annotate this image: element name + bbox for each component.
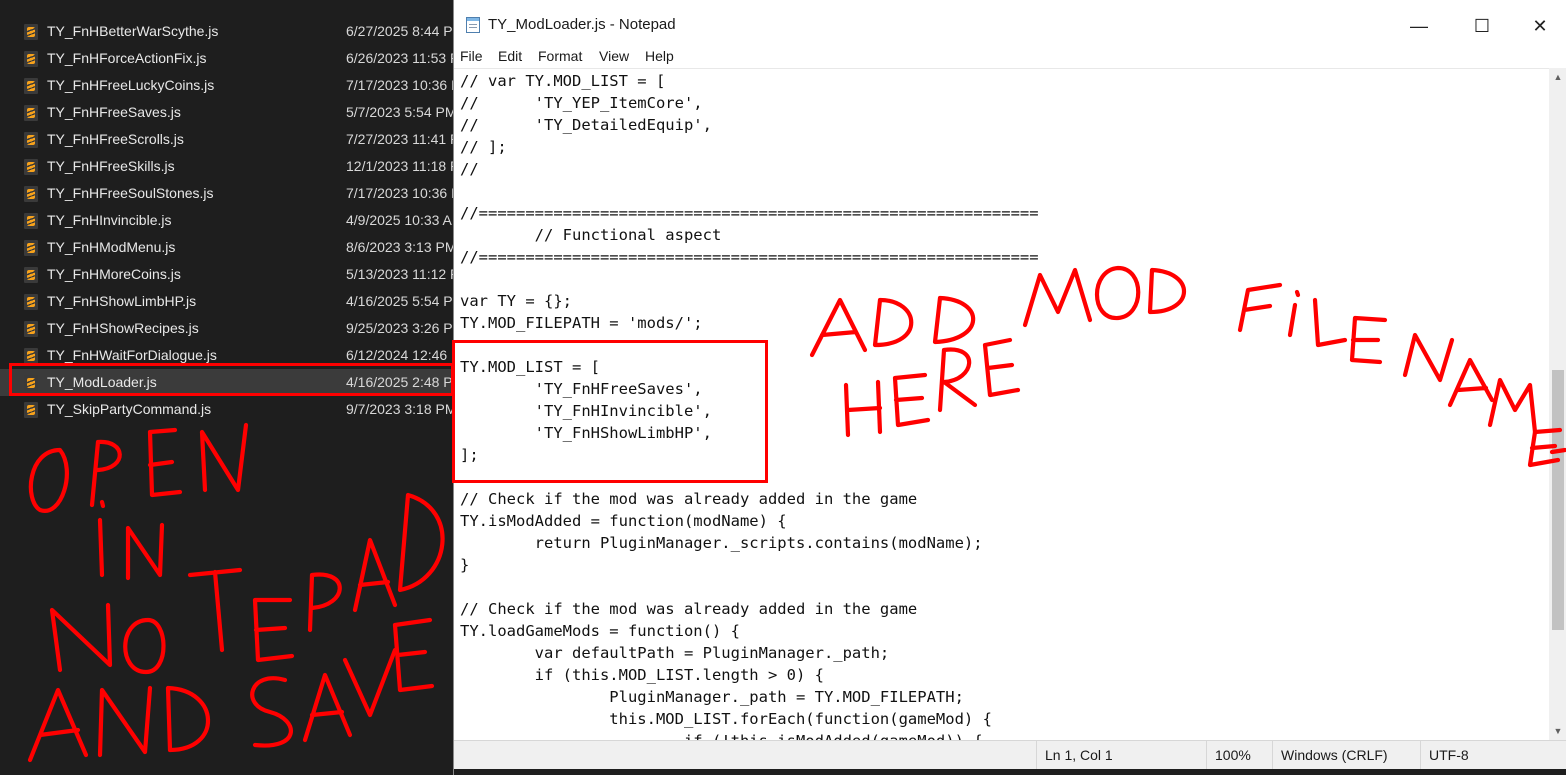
close-button[interactable]: ✕ (1511, 7, 1566, 45)
file-row[interactable]: TY_FnHBetterWarScythe.js 6/27/2025 8:44 P… (0, 18, 455, 45)
code-line: TY.loadGameMods = function() { (460, 622, 740, 640)
file-row[interactable]: TY_FnHFreeLuckyCoins.js 7/17/2023 10:36 P… (0, 72, 455, 99)
window-title: TY_ModLoader.js - Notepad (488, 16, 676, 33)
code-line: var TY = {}; (460, 292, 572, 310)
file-name: TY_FnHInvincible.js (47, 212, 172, 228)
menu-file[interactable]: File (460, 48, 483, 64)
file-row[interactable]: TY_FnHMoreCoins.js 5/13/2023 11:12 PM (0, 261, 455, 288)
status-bar: Ln 1, Col 1 100% Windows (CRLF) UTF-8 (454, 740, 1566, 770)
file-name: TY_FnHFreeSoulStones.js (47, 185, 214, 201)
js-file-icon (24, 186, 38, 202)
title-bar[interactable]: TY_ModLoader.js - Notepad — ☐ ✕ (454, 7, 1566, 45)
file-date-modified: 7/17/2023 10:36 PM (346, 185, 454, 201)
file-name: TY_FnHModMenu.js (47, 239, 176, 255)
file-row[interactable]: TY_FnHFreeSaves.js 5/7/2023 5:54 PM (0, 99, 455, 126)
file-date-modified: 6/26/2023 11:53 PM (346, 50, 454, 66)
cursor-position: Ln 1, Col 1 (1036, 741, 1206, 770)
file-name: TY_FnHFreeLuckyCoins.js (47, 77, 215, 93)
js-file-icon (24, 132, 38, 148)
file-row[interactable]: TY_FnHModMenu.js 8/6/2023 3:13 PM (0, 234, 455, 261)
file-name: TY_FnHFreeSkills.js (47, 158, 175, 174)
js-file-icon (24, 213, 38, 229)
scrollbar-thumb[interactable] (1552, 370, 1564, 630)
menu-bar: File Edit Format View Help (454, 45, 1566, 67)
file-row[interactable]: TY_FnHForceActionFix.js 6/26/2023 11:53 P… (0, 45, 455, 72)
js-file-icon (24, 105, 38, 121)
file-row[interactable]: TY_FnHFreeSkills.js 12/1/2023 11:18 PM (0, 153, 455, 180)
menu-edit[interactable]: Edit (498, 48, 522, 64)
maximize-button[interactable]: ☐ (1453, 7, 1511, 45)
menu-format[interactable]: Format (538, 48, 582, 64)
file-name: TY_FnHFreeSaves.js (47, 104, 181, 120)
file-name: TY_FnHShowLimbHP.js (47, 293, 197, 309)
file-date-modified: 4/16/2025 5:54 PM (346, 293, 454, 309)
file-name: TY_FnHMoreCoins.js (47, 266, 181, 282)
file-row[interactable]: TY_FnHShowLimbHP.js 4/16/2025 5:54 PM (0, 288, 455, 315)
file-date-modified: 5/13/2023 11:12 PM (346, 266, 454, 282)
file-date-modified: 8/6/2023 3:13 PM (346, 239, 454, 255)
js-file-icon (24, 51, 38, 67)
screen: TY_FnHBetterWarScythe.js 6/27/2025 8:44 P… (0, 0, 1566, 775)
file-date-modified: 6/27/2025 8:44 PM (346, 23, 454, 39)
file-row[interactable]: TY_FnHFreeScrolls.js 7/27/2023 11:41 PM (0, 126, 455, 153)
code-line: var defaultPath = PluginManager._path; (460, 644, 890, 662)
file-name: TY_FnHFreeScrolls.js (47, 131, 184, 147)
js-file-icon (24, 321, 38, 337)
code-line: // 'TY_DetailedEquip', (460, 116, 712, 134)
code-line: TY.isModAdded = function(modName) { (460, 512, 787, 530)
minimize-button[interactable]: — (1390, 7, 1448, 45)
js-file-icon (24, 348, 38, 364)
code-line: //======================================… (460, 248, 1039, 266)
encoding: UTF-8 (1420, 741, 1566, 770)
code-line: TY.MOD_FILEPATH = 'mods/'; (460, 314, 703, 332)
js-file-icon (24, 159, 38, 175)
file-date-modified: 9/7/2023 3:18 PM (346, 401, 454, 417)
code-line: return PluginManager._scripts.contains(m… (460, 534, 983, 552)
zoom-level: 100% (1206, 741, 1272, 770)
file-name: TY_FnHBetterWarScythe.js (47, 23, 219, 39)
code-line: PluginManager._path = TY.MOD_FILEPATH; (460, 688, 964, 706)
file-name: TY_FnHShowRecipes.js (47, 320, 199, 336)
code-line: // Check if the mod was already added in… (460, 600, 918, 618)
vertical-scrollbar[interactable]: ▲ ▼ (1549, 68, 1566, 740)
js-file-icon (24, 24, 38, 40)
code-line: // var TY.MOD_LIST = [ (460, 72, 666, 90)
notepad-icon (466, 17, 480, 33)
code-line: //======================================… (460, 204, 1039, 222)
file-name: TY_FnHForceActionFix.js (47, 50, 207, 66)
file-date-modified: 4/9/2025 10:33 AM (346, 212, 454, 228)
highlight-modloader-file (9, 363, 454, 396)
scroll-up-icon[interactable]: ▲ (1549, 68, 1566, 86)
code-line: if (this.MOD_LIST.length > 0) { (460, 666, 824, 684)
line-ending: Windows (CRLF) (1272, 741, 1420, 770)
file-row[interactable]: TY_FnHInvincible.js 4/9/2025 10:33 AM (0, 207, 455, 234)
code-line: // (460, 160, 479, 178)
file-row[interactable]: TY_FnHShowRecipes.js 9/25/2023 3:26 PM (0, 315, 455, 342)
file-date-modified: 7/17/2023 10:36 PM (346, 77, 454, 93)
js-file-icon (24, 402, 38, 418)
file-date-modified: 9/25/2023 3:26 PM (346, 320, 454, 336)
code-line: // Check if the mod was already added in… (460, 490, 918, 508)
code-line: } (460, 556, 470, 574)
file-date-modified: 7/27/2023 11:41 PM (346, 131, 454, 147)
menu-view[interactable]: View (599, 48, 629, 64)
js-file-icon (24, 78, 38, 94)
file-date-modified: 12/1/2023 11:18 PM (346, 158, 454, 174)
file-row[interactable]: TY_FnHFreeSoulStones.js 7/17/2023 10:36 P… (0, 180, 455, 207)
scroll-down-icon[interactable]: ▼ (1549, 722, 1566, 740)
js-file-icon (24, 267, 38, 283)
js-file-icon (24, 240, 38, 256)
js-file-icon (24, 294, 38, 310)
code-line: // ]; (460, 138, 507, 156)
highlight-mod-list (452, 340, 768, 483)
code-line: this.MOD_LIST.forEach(function(gameMod) … (460, 710, 992, 728)
file-name: TY_SkipPartyCommand.js (47, 401, 212, 417)
window-bottom-edge (454, 769, 1566, 775)
file-date-modified: 5/7/2023 5:54 PM (346, 104, 454, 120)
code-line: // 'TY_YEP_ItemCore', (460, 94, 703, 112)
code-line: // Functional aspect (460, 226, 722, 244)
menu-help[interactable]: Help (645, 48, 674, 64)
file-row[interactable]: TY_SkipPartyCommand.js 9/7/2023 3:18 PM (0, 396, 455, 423)
